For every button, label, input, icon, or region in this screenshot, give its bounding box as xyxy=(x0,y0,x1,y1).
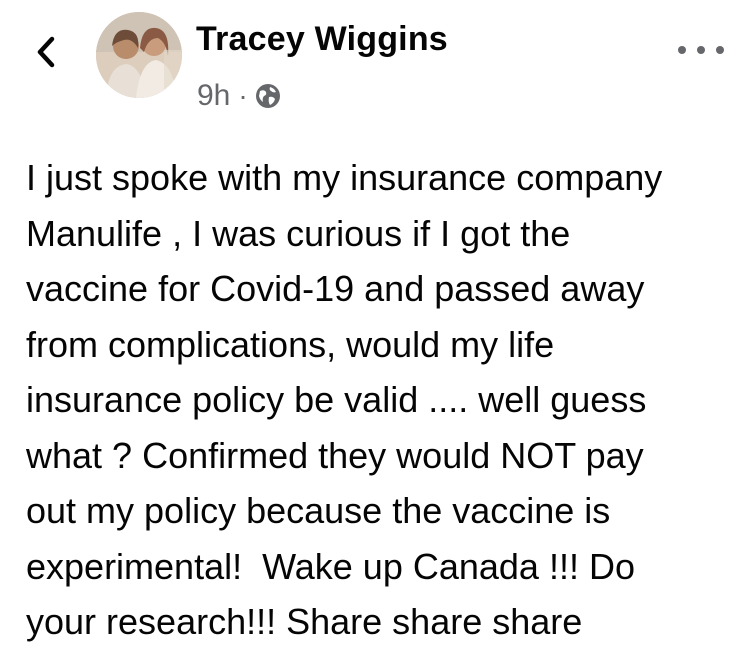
post-header: Tracey Wiggins 9h · xyxy=(0,0,750,130)
post-text-line: insurance policy be valid .... well gues… xyxy=(26,379,647,420)
post-text-line: vaccine for Covid-19 and passed away xyxy=(26,268,645,309)
avatar[interactable] xyxy=(96,12,182,98)
post-meta: 9h · xyxy=(197,78,281,114)
meta-separator: · xyxy=(238,80,248,111)
post-text-line: from complications, would my life xyxy=(26,323,555,365)
post-text-line: what ? Confirmed they would NOT pay xyxy=(26,434,644,476)
post-text: I just spoke with my insurance company M… xyxy=(26,150,738,650)
post-text-line: I just spoke with my insurance company xyxy=(26,157,663,198)
post-text-line: your research!!! Share share share xyxy=(26,601,583,642)
post-text-line: out my policy because the vaccine is xyxy=(26,490,611,531)
avatar-image xyxy=(96,12,182,98)
more-dot xyxy=(697,46,705,54)
post-text-line: experimental! Wake up Canada !!! Do xyxy=(26,545,635,587)
more-dot xyxy=(678,46,686,54)
back-chevron-icon xyxy=(37,36,55,68)
globe-icon[interactable] xyxy=(255,83,281,109)
more-options-icon[interactable] xyxy=(678,38,724,62)
post-timestamp[interactable]: 9h xyxy=(197,78,230,114)
more-dot xyxy=(716,46,724,54)
author-name[interactable]: Tracey Wiggins xyxy=(196,20,448,59)
back-button[interactable] xyxy=(32,30,60,74)
post-text-line: Manulife , I was curious if I got the xyxy=(26,212,571,254)
